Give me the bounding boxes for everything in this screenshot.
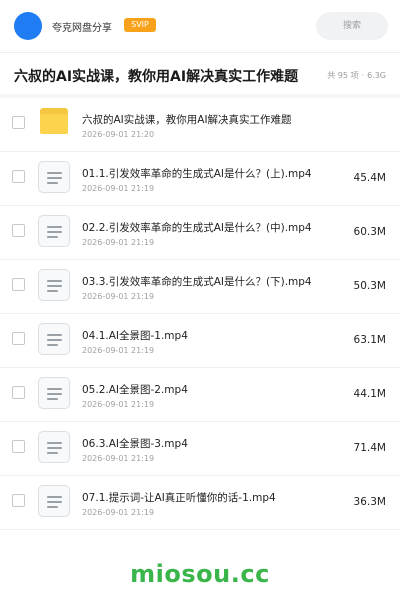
select-checkbox[interactable] [12, 224, 25, 237]
document-icon [38, 485, 70, 517]
file-name: 05.2.AI全景图-2.mp4 [82, 384, 188, 396]
folder-icon [38, 108, 70, 134]
total-size: 6.3G [367, 71, 386, 80]
file-name: 03.3.引发效率革命的生成式AI是什么？(下).mp4 [82, 276, 312, 288]
select-checkbox[interactable] [12, 116, 25, 129]
document-icon [38, 323, 70, 355]
svip-badge: SVIP [124, 18, 156, 32]
file-size: 71.4M [353, 442, 386, 454]
share-title: 六叔的AI实战课，教你用AI解决真实工作难题 [14, 69, 299, 85]
header-divider [0, 52, 400, 53]
list-item[interactable]: 06.3.AI全景图-3.mp4 2026-09-01 21:19 71.4M [0, 422, 400, 476]
select-checkbox[interactable] [12, 494, 25, 507]
list-item[interactable]: 07.1.提示词-让AI真正听懂你的话-1.mp4 2026-09-01 21:… [0, 476, 400, 530]
file-date: 2026-09-01 21:19 [82, 346, 155, 355]
meta-separator: · [361, 71, 365, 80]
top-bar: 夸克网盘分享 SVIP 搜索 [0, 0, 400, 52]
select-checkbox[interactable] [12, 386, 25, 399]
file-size: 36.3M [353, 496, 386, 508]
file-date: 2026-09-01 21:19 [82, 400, 155, 409]
file-date: 2026-09-01 21:19 [82, 454, 155, 463]
select-checkbox[interactable] [12, 440, 25, 453]
item-count: 共 95 项 [327, 71, 359, 80]
owner-name: 夸克网盘分享 [52, 23, 112, 34]
document-icon [38, 215, 70, 247]
file-size: 50.3M [353, 280, 386, 292]
avatar[interactable] [14, 12, 42, 40]
select-checkbox[interactable] [12, 278, 25, 291]
document-icon [38, 431, 70, 463]
file-name: 07.1.提示词-让AI真正听懂你的话-1.mp4 [82, 492, 276, 504]
list-item[interactable]: 01.1.引发效率革命的生成式AI是什么？(上).mp4 2026-09-01 … [0, 152, 400, 206]
select-checkbox[interactable] [12, 170, 25, 183]
file-list: 六叔的AI实战课，教你用AI解决真实工作难题 2026-09-01 21:20 … [0, 98, 400, 530]
document-icon [38, 377, 70, 409]
share-meta: 共 95 项 · 6.3G [327, 70, 386, 81]
file-name: 01.1.引发效率革命的生成式AI是什么？(上).mp4 [82, 168, 312, 180]
search-button[interactable]: 搜索 [316, 12, 388, 40]
list-item[interactable]: 05.2.AI全景图-2.mp4 2026-09-01 21:19 44.1M [0, 368, 400, 422]
list-item[interactable]: 04.1.AI全景图-1.mp4 2026-09-01 21:19 63.1M [0, 314, 400, 368]
file-size: 60.3M [353, 226, 386, 238]
select-checkbox[interactable] [12, 332, 25, 345]
watermark: miosou.cc [130, 560, 270, 588]
file-size: 44.1M [353, 388, 386, 400]
file-date: 2026-09-01 21:19 [82, 184, 155, 193]
file-name: 06.3.AI全景图-3.mp4 [82, 438, 188, 450]
file-size: 63.1M [353, 334, 386, 346]
file-date: 2026-09-01 21:19 [82, 508, 155, 517]
list-item[interactable]: 六叔的AI实战课，教你用AI解决真实工作难题 2026-09-01 21:20 [0, 98, 400, 152]
list-item[interactable]: 03.3.引发效率革命的生成式AI是什么？(下).mp4 2026-09-01 … [0, 260, 400, 314]
file-date: 2026-09-01 21:19 [82, 238, 155, 247]
document-icon [38, 269, 70, 301]
file-name: 04.1.AI全景图-1.mp4 [82, 330, 188, 342]
document-icon [38, 161, 70, 193]
file-size: 45.4M [353, 172, 386, 184]
file-date: 2026-09-01 21:20 [82, 130, 155, 139]
file-name: 02.2.引发效率革命的生成式AI是什么？(中).mp4 [82, 222, 312, 234]
list-item[interactable]: 02.2.引发效率革命的生成式AI是什么？(中).mp4 2026-09-01 … [0, 206, 400, 260]
file-name: 六叔的AI实战课，教你用AI解决真实工作难题 [82, 114, 292, 126]
file-date: 2026-09-01 21:19 [82, 292, 155, 301]
footer: miosou.cc [0, 560, 400, 588]
